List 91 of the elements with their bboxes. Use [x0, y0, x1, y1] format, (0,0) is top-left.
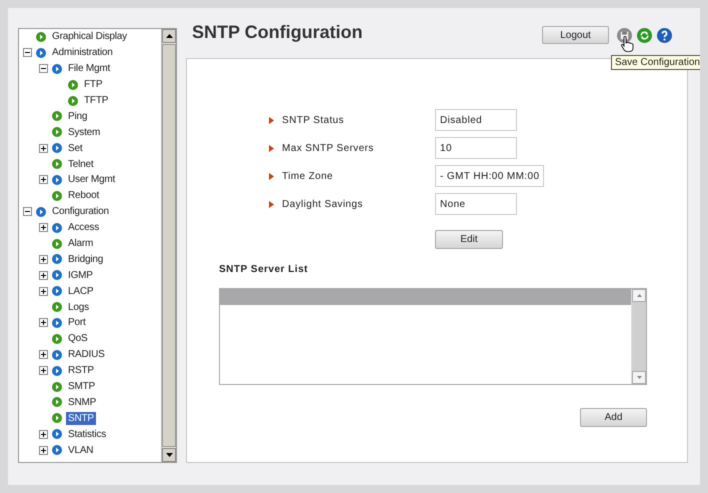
- page-bullet-icon: [52, 127, 62, 138]
- field-label: Max SNTP Servers: [282, 142, 375, 154]
- scroll-up-icon[interactable]: [162, 29, 176, 43]
- folder-bullet-icon: [52, 270, 62, 280]
- folder-bullet-icon: [36, 48, 46, 58]
- folder-bullet-icon: [52, 429, 62, 440]
- page-bullet-icon: [52, 397, 62, 408]
- page-bullet-icon: [52, 413, 62, 424]
- value-field: Disabled: [435, 109, 517, 131]
- tree-item[interactable]: FTP: [82, 78, 104, 92]
- folder-bullet-icon: [52, 445, 62, 456]
- tree-item[interactable]: Access: [66, 221, 102, 234]
- tooltip: Save Configuration: [610, 55, 700, 70]
- expander-icon[interactable]: [23, 207, 32, 216]
- expander-icon[interactable]: [39, 64, 48, 74]
- value-field: - GMT HH:00 MM:00: [435, 165, 544, 187]
- tree-item[interactable]: TFTP: [82, 94, 110, 107]
- page-bullet-icon: [52, 238, 62, 249]
- expander-icon[interactable]: [39, 254, 48, 264]
- expander-icon[interactable]: [39, 350, 48, 360]
- page-bullet-icon: [68, 80, 78, 90]
- edit-button[interactable]: Edit: [435, 230, 503, 248]
- bullet-arrow-icon: [269, 116, 274, 124]
- page-bullet-icon: [36, 32, 46, 42]
- refresh-icon[interactable]: [637, 28, 652, 42]
- tree-item[interactable]: SNTP: [66, 412, 96, 425]
- tree-item[interactable]: Set: [66, 142, 84, 155]
- tree-item[interactable]: Ping: [66, 110, 90, 123]
- expander-icon[interactable]: [39, 430, 48, 439]
- tree-item[interactable]: SMTP: [66, 380, 97, 394]
- expander-icon[interactable]: [39, 270, 48, 280]
- tree-item[interactable]: IGMP: [66, 268, 95, 282]
- tree-item[interactable]: Reboot: [66, 189, 102, 202]
- tree-item[interactable]: Port: [66, 316, 88, 330]
- field-label: Time Zone: [282, 170, 334, 182]
- help-icon[interactable]: [657, 28, 672, 42]
- tree-item[interactable]: File Mgmt: [66, 62, 112, 76]
- page-bullet-icon: [52, 159, 62, 170]
- tree-item[interactable]: RADIUS: [66, 348, 107, 362]
- page-bullet-icon: [52, 382, 62, 392]
- expander-icon[interactable]: [39, 223, 48, 232]
- tree-item[interactable]: Administration: [50, 46, 115, 60]
- tree-item[interactable]: Graphical Display: [50, 30, 129, 44]
- tree-item[interactable]: Configuration: [50, 205, 111, 218]
- add-button[interactable]: Add: [580, 408, 647, 427]
- tree-item[interactable]: Statistics: [66, 428, 108, 441]
- hand-cursor-icon: [621, 36, 634, 52]
- tree-item[interactable]: SNMP: [66, 396, 98, 409]
- tree-item[interactable]: Bridging: [66, 252, 106, 266]
- tree-item[interactable]: System: [66, 126, 102, 139]
- folder-bullet-icon: [52, 286, 62, 296]
- folder-bullet-icon: [52, 254, 62, 264]
- tree-item[interactable]: VLAN: [66, 444, 96, 457]
- tree-item[interactable]: LACP: [66, 284, 96, 298]
- bullet-arrow-icon: [269, 200, 274, 208]
- page-title: SNTP Configuration: [192, 22, 363, 43]
- expander-icon[interactable]: [39, 175, 48, 184]
- folder-bullet-icon: [52, 350, 62, 360]
- expander-icon[interactable]: [23, 48, 32, 58]
- tree-item[interactable]: Logs: [66, 300, 91, 314]
- page-bullet-icon: [52, 190, 62, 201]
- folder-bullet-icon: [52, 222, 62, 233]
- folder-bullet-icon: [52, 64, 62, 74]
- page-bullet-icon: [52, 302, 62, 312]
- tree-item[interactable]: User Mgmt: [66, 173, 118, 186]
- tree-item[interactable]: QoS: [66, 332, 90, 346]
- tree-item[interactable]: Telnet: [66, 158, 96, 171]
- bullet-arrow-icon: [269, 144, 274, 152]
- folder-bullet-icon: [52, 318, 62, 328]
- tree-item[interactable]: RSTP: [66, 364, 96, 378]
- folder-bullet-icon: [52, 174, 62, 185]
- folder-bullet-icon: [52, 143, 62, 154]
- expander-icon[interactable]: [39, 366, 48, 376]
- expander-icon[interactable]: [39, 446, 48, 455]
- page-bullet-icon: [68, 96, 78, 106]
- page-bullet-icon: [52, 111, 62, 122]
- section-title: SNTP Server List: [219, 264, 309, 275]
- page-bullet-icon: [52, 334, 62, 344]
- scroll-down-icon[interactable]: [162, 448, 176, 462]
- tree-item[interactable]: Alarm: [66, 237, 96, 250]
- field-label: SNTP Status: [282, 114, 346, 126]
- value-field: None: [435, 193, 517, 215]
- folder-bullet-icon: [36, 206, 46, 217]
- expander-icon[interactable]: [39, 286, 48, 296]
- logout-button[interactable]: Logout: [542, 26, 609, 44]
- expander-icon[interactable]: [39, 318, 48, 328]
- bullet-arrow-icon: [269, 172, 274, 180]
- value-field: 10: [435, 137, 517, 159]
- folder-bullet-icon: [52, 366, 62, 376]
- expander-icon[interactable]: [39, 144, 48, 153]
- field-label: Daylight Savings: [282, 198, 364, 210]
